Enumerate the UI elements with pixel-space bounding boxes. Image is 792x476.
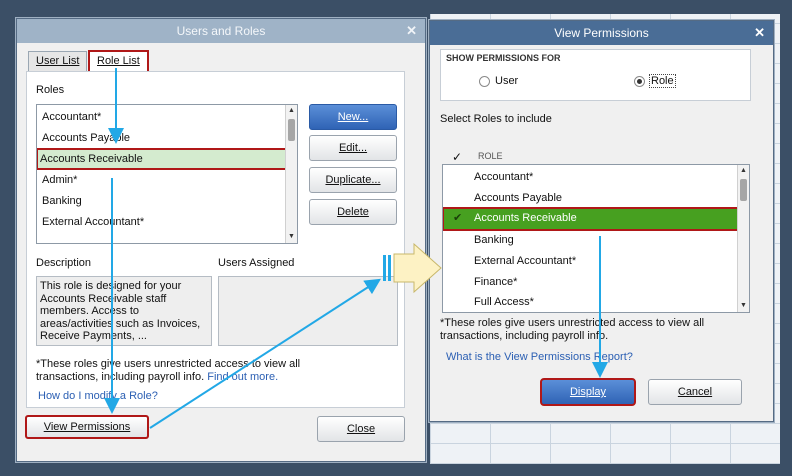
scroll-up-arrow-icon[interactable]: ▲ — [738, 165, 749, 177]
list-item[interactable]: Accountant* — [471, 167, 533, 187]
display-button-label: Display — [569, 386, 607, 398]
tab-user-list-label: User List — [36, 55, 80, 67]
find-out-more-link[interactable]: Find out more. — [207, 371, 278, 383]
list-item[interactable]: Banking — [39, 191, 82, 211]
roles-label: Roles — [36, 84, 65, 96]
window-title: View Permissions — [554, 26, 649, 40]
new-button[interactable]: New... — [309, 104, 397, 130]
view-roles-scrollbar[interactable]: ▲ ▼ — [737, 165, 749, 312]
delete-button[interactable]: Delete — [309, 199, 397, 225]
list-item-selected[interactable]: Accounts Receivable — [37, 148, 288, 170]
select-roles-label: Select Roles to include — [440, 113, 552, 125]
view-restricted-note: *These roles give users unrestricted acc… — [440, 317, 705, 342]
list-item[interactable]: Banking — [471, 230, 514, 250]
list-item[interactable]: Accountant* — [39, 107, 101, 127]
role-radio-label[interactable]: Role — [649, 74, 676, 88]
list-item[interactable]: Admin* — [39, 170, 77, 190]
close-button[interactable]: Close — [317, 416, 405, 442]
close-button-label: Close — [346, 423, 376, 435]
tab-user-list[interactable]: User List — [28, 51, 88, 71]
modify-role-link[interactable]: How do I modify a Role? — [38, 390, 158, 402]
view-permissions-report-link[interactable]: What is the View Permissions Report? — [446, 351, 633, 363]
view-roles-listbox[interactable]: Accountant* Accounts Payable ✔ Accounts … — [442, 164, 750, 313]
user-radio[interactable] — [479, 76, 490, 87]
scroll-thumb[interactable] — [288, 119, 295, 141]
view-permissions-button[interactable]: View Permissions — [25, 415, 149, 439]
users-and-roles-titlebar: Users and Roles ✕ — [17, 19, 425, 43]
list-item-checked-label: Accounts Receivable — [474, 212, 577, 224]
roles-listbox[interactable]: Accountant* Accounts Payable Accounts Re… — [36, 104, 298, 244]
new-button-label: New... — [337, 111, 369, 123]
list-item-checked[interactable]: ✔ Accounts Receivable — [443, 207, 740, 231]
cancel-button-label: Cancel — [677, 386, 713, 398]
scroll-down-arrow-icon[interactable]: ▼ — [738, 300, 749, 312]
scroll-down-arrow-icon[interactable]: ▼ — [286, 231, 297, 243]
role-radio-dot — [637, 79, 642, 84]
check-column-header: ✓ — [452, 150, 463, 164]
display-button[interactable]: Display — [540, 378, 636, 406]
list-item[interactable]: External Accountant* — [471, 251, 576, 271]
users-and-roles-window: Users and Roles ✕ User List Role List Ro… — [16, 18, 426, 462]
duplicate-button-label: Duplicate... — [325, 174, 381, 186]
roles-scrollbar[interactable]: ▲ ▼ — [285, 105, 297, 243]
close-icon[interactable]: ✕ — [406, 19, 417, 43]
view-permissions-label: View Permissions — [43, 421, 131, 433]
list-item[interactable]: Finance* — [471, 272, 517, 292]
tab-role-list-label: Role List — [97, 55, 140, 67]
view-permissions-window: View Permissions ✕ SHOW PERMISSIONS FOR … — [429, 20, 774, 422]
role-column-header: ROLE — [478, 151, 503, 161]
list-item[interactable]: Accounts Payable — [39, 128, 130, 148]
view-permissions-titlebar: View Permissions ✕ — [430, 21, 773, 45]
role-radio[interactable] — [634, 76, 645, 87]
users-assigned-box — [218, 276, 398, 346]
list-item[interactable]: Full Access* — [471, 292, 534, 312]
description-label: Description — [36, 257, 92, 269]
scroll-up-arrow-icon[interactable]: ▲ — [286, 105, 297, 117]
duplicate-button[interactable]: Duplicate... — [309, 167, 397, 193]
list-item[interactable]: Accounts Payable — [471, 188, 562, 208]
edit-button-label: Edit... — [338, 142, 368, 154]
scroll-thumb[interactable] — [740, 179, 747, 201]
restricted-access-note: *These roles give users unrestricted acc… — [36, 358, 316, 384]
show-permissions-label: SHOW PERMISSIONS FOR — [446, 53, 561, 63]
cancel-button[interactable]: Cancel — [648, 379, 742, 405]
window-title: Users and Roles — [176, 24, 266, 38]
close-icon[interactable]: ✕ — [754, 21, 765, 45]
user-radio-label[interactable]: User — [495, 75, 518, 87]
tab-role-list[interactable]: Role List — [88, 50, 149, 73]
checkmark-icon[interactable]: ✔ — [453, 208, 462, 228]
list-item[interactable]: External Accountant* — [39, 212, 144, 232]
description-text: This role is designed for your Accounts … — [36, 276, 212, 346]
edit-button[interactable]: Edit... — [309, 135, 397, 161]
users-assigned-label: Users Assigned — [218, 257, 295, 269]
delete-button-label: Delete — [337, 206, 369, 218]
